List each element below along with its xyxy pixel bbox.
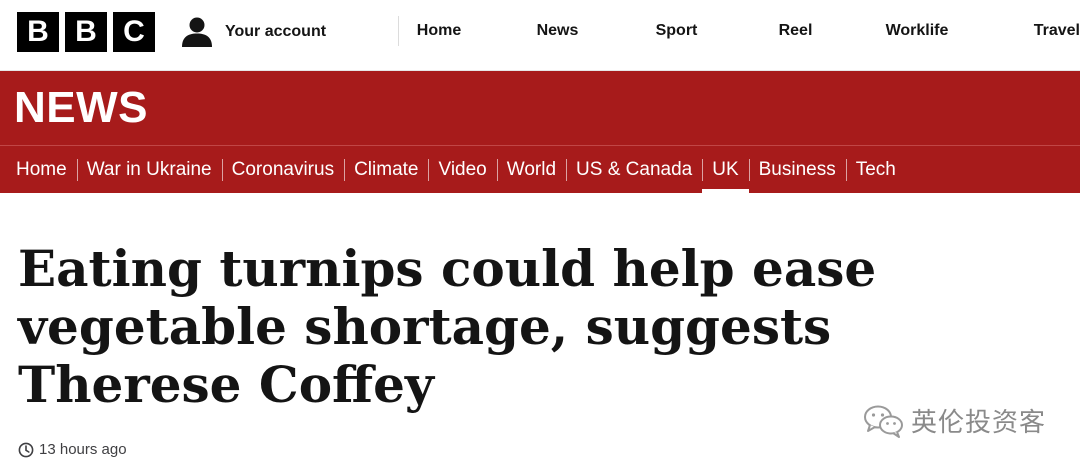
article-timestamp: 13 hours ago bbox=[18, 441, 127, 458]
watermark: 英伦投资客 bbox=[863, 402, 1046, 439]
bbc-logo[interactable]: B B C bbox=[17, 12, 155, 52]
watermark-text: 英伦投资客 bbox=[910, 407, 1046, 437]
your-account-link[interactable]: Your account bbox=[181, 15, 326, 49]
global-header: B B C Your account Home News Sport Reel … bbox=[0, 0, 1080, 71]
section-nav-us-canada[interactable]: US & Canada bbox=[566, 146, 702, 193]
global-nav-travel[interactable]: Travel bbox=[960, 0, 1080, 62]
section-nav: Home War in Ukraine Coronavirus Climate … bbox=[0, 145, 1080, 193]
section-nav-video[interactable]: Video bbox=[428, 146, 496, 193]
global-nav-sport[interactable]: Sport bbox=[636, 0, 717, 62]
bbc-logo-letter: C bbox=[113, 12, 155, 52]
section-nav-business[interactable]: Business bbox=[748, 146, 846, 193]
news-banner: NEWS bbox=[0, 71, 1080, 145]
article-headline: Eating turnips could help ease vegetable… bbox=[18, 239, 877, 414]
section-nav-tech[interactable]: Tech bbox=[845, 146, 906, 193]
bbc-logo-letter: B bbox=[65, 12, 107, 52]
timestamp-text: 13 hours ago bbox=[39, 441, 127, 458]
your-account-label: Your account bbox=[225, 23, 327, 40]
global-nav-home[interactable]: Home bbox=[399, 0, 479, 62]
global-nav: Home News Sport Reel Worklife Travel bbox=[399, 0, 1080, 62]
clock-icon bbox=[18, 442, 34, 458]
section-nav-uk[interactable]: UK bbox=[702, 146, 750, 193]
global-nav-worklife[interactable]: Worklife bbox=[874, 0, 960, 62]
news-wordmark[interactable]: NEWS bbox=[14, 77, 148, 139]
bbc-logo-letter: B bbox=[17, 12, 59, 52]
section-nav-list: Home War in Ukraine Coronavirus Climate … bbox=[6, 146, 906, 193]
section-nav-war-in-ukraine[interactable]: War in Ukraine bbox=[76, 146, 222, 193]
person-icon bbox=[181, 16, 213, 48]
section-nav-world[interactable]: World bbox=[496, 146, 566, 193]
wechat-icon bbox=[863, 404, 905, 438]
section-nav-coronavirus[interactable]: Coronavirus bbox=[221, 146, 344, 193]
section-nav-climate[interactable]: Climate bbox=[344, 146, 428, 193]
section-nav-home[interactable]: Home bbox=[6, 146, 77, 193]
global-nav-reel[interactable]: Reel bbox=[717, 0, 874, 62]
global-nav-news[interactable]: News bbox=[479, 0, 636, 62]
